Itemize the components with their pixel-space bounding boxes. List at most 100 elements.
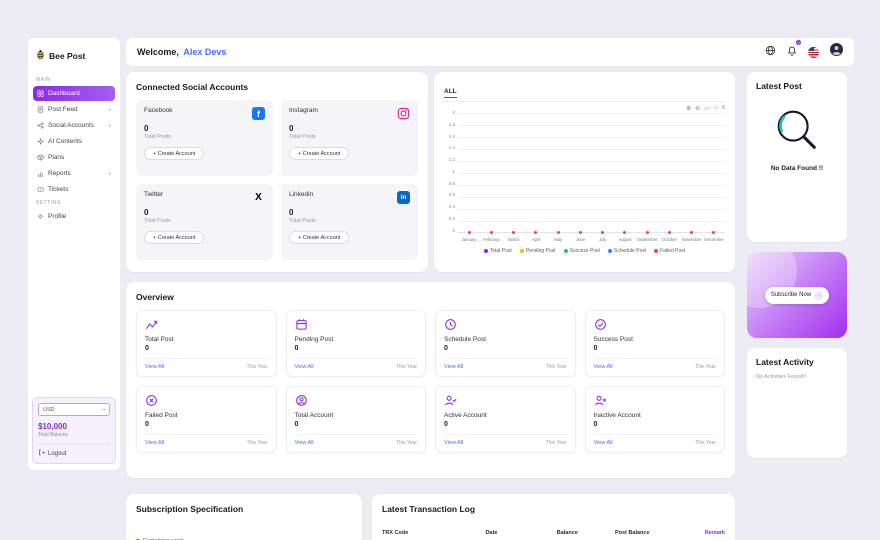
data-point-markers [458, 231, 725, 234]
legend-item[interactable]: Total Post [484, 248, 512, 254]
legend-item[interactable]: Success Post [564, 248, 600, 254]
no-activities-text: No Activities Found!! [756, 374, 838, 380]
subscribe-label: Subscribe Now [771, 292, 811, 298]
twitter-x-icon: X [252, 191, 265, 204]
x-tick: July [592, 237, 614, 242]
chart-toolbar: ⊕ ⊖ ▭ ⌂ ≡ [444, 105, 725, 112]
legend-dot [520, 249, 524, 253]
sidebar-item-reports[interactable]: Reports ▾ [33, 166, 115, 181]
total-balance-label: Total Balance [38, 432, 110, 438]
legend-item[interactable]: Failed Post [654, 248, 685, 254]
overview-card: Overview Total Post 0 View All This Year… [126, 282, 735, 478]
y-tick: 1 [444, 170, 455, 175]
sidebar-item-social-accounts[interactable]: Social Accounts ▾ [33, 118, 115, 133]
platform-name: Instagram [289, 107, 318, 114]
app-name: Bee Post [49, 51, 85, 61]
view-all-link[interactable]: View All [295, 364, 314, 370]
sidebar-section-setting: SETTING [36, 200, 112, 206]
view-all-link[interactable]: View All [145, 364, 164, 370]
create-account-button[interactable]: + Create Account [144, 231, 204, 244]
period-label: This Year [546, 440, 567, 446]
logout-label: Logout [48, 451, 66, 457]
logout-button[interactable]: Logout [38, 444, 110, 458]
x-tick: February [480, 237, 502, 242]
overview-tile-total-post: Total Post 0 View All This Year [136, 310, 277, 377]
overview-grid: Total Post 0 View All This Year Pending … [136, 310, 725, 453]
view-all-link[interactable]: View All [444, 440, 463, 446]
sidebar-item-post-feed[interactable]: Post Feed ▾ [33, 102, 115, 117]
sidebar-item-plans[interactable]: Plans [33, 150, 115, 165]
topbar: Welcome, Alex Devs 0 [126, 38, 854, 66]
sidebar-item-dashboard[interactable]: Dashboard [33, 86, 115, 101]
view-all-link[interactable]: View All [594, 440, 613, 446]
chevron-down-icon: ▾ [109, 171, 111, 176]
legend-item[interactable]: Pending Post [520, 248, 556, 254]
view-all-link[interactable]: View All [594, 364, 613, 370]
period-label: This Year [247, 440, 268, 446]
period-label: This Year [695, 364, 716, 370]
latest-post-title: Latest Post [756, 81, 838, 91]
overview-tile-active-account: Active Account 0 View All This Year [435, 386, 576, 453]
avatar[interactable] [830, 43, 843, 61]
menu-icon[interactable]: ≡ [721, 105, 725, 112]
legend-dot [564, 249, 568, 253]
y-tick: 1.6 [444, 135, 455, 140]
user-x-icon [594, 394, 607, 407]
subscribe-banner: Subscribe Now → [747, 252, 847, 338]
period-label: This Year [695, 440, 716, 446]
home-icon[interactable]: ⌂ [714, 105, 718, 112]
globe-icon[interactable] [765, 43, 776, 61]
sidebar-nav: Dashboard Post Feed ▾ Social Accounts ▾ … [33, 86, 115, 197]
transaction-log-title: Latest Transaction Log [382, 504, 725, 514]
view-all-link[interactable]: View All [444, 364, 463, 370]
selection-icon[interactable]: ▭ [704, 105, 710, 112]
y-tick: 1.4 [444, 146, 455, 151]
sidebar-item-ai-contents[interactable]: AI Contents [33, 134, 115, 149]
subscription-specification-card: Subscription Specification Remaining wor… [126, 494, 362, 540]
platform-name: Linkedin [289, 191, 313, 198]
instagram-icon [397, 107, 410, 120]
chevron-down-icon: ▾ [109, 107, 111, 112]
notifications-button[interactable]: 0 [787, 43, 797, 61]
platform-name: Facebook [144, 107, 173, 114]
create-account-button[interactable]: + Create Account [144, 147, 204, 160]
social-card-title: Connected Social Accounts [136, 82, 418, 92]
post-count-label: Total Posts [144, 134, 171, 140]
post-count: 0 [144, 124, 148, 133]
sidebar-item-label: Tickets [48, 186, 68, 193]
sidebar-item-profile[interactable]: Profile [33, 209, 115, 224]
tickets-icon [37, 186, 44, 193]
chart-legend: Total Post Pending Post Success Post Sch… [444, 248, 725, 254]
currency-select[interactable]: USD ▾ [38, 403, 110, 416]
create-account-button[interactable]: + Create Account [289, 147, 349, 160]
zoom-out-icon[interactable]: ⊖ [695, 105, 700, 112]
plans-icon [37, 154, 44, 161]
sidebar-item-label: Social Accounts [48, 122, 94, 129]
view-all-link[interactable]: View All [145, 440, 164, 446]
legend-item[interactable]: Schedule Post [608, 248, 646, 254]
y-tick: 0 [444, 229, 455, 234]
chart-tab-all[interactable]: ALL [444, 88, 457, 98]
username-text: Alex Devs [183, 47, 226, 57]
calendar-icon [295, 318, 308, 331]
create-account-button[interactable]: + Create Account [289, 231, 349, 244]
sidebar: Bee Post MAIN Dashboard Post Feed ▾ Soci… [28, 38, 120, 470]
language-flag-icon[interactable] [808, 47, 819, 58]
chart-header: ALL [444, 80, 725, 102]
sidebar-item-tickets[interactable]: Tickets [33, 182, 115, 197]
y-tick: 1.2 [444, 158, 455, 163]
plot-area[interactable] [458, 113, 725, 233]
zoom-in-icon[interactable]: ⊕ [686, 105, 691, 112]
latest-transaction-log-card: Latest Transaction Log TRX Code Date Bal… [372, 494, 735, 540]
bell-icon [787, 43, 797, 61]
instagram-card: Instagram 0 Total Posts + Create Account [281, 100, 418, 176]
sidebar-item-label: Dashboard [48, 90, 80, 97]
overview-tile-total-account: Total Account 0 View All This Year [286, 386, 427, 453]
profile-icon [37, 213, 44, 220]
subscribe-now-button[interactable]: Subscribe Now → [765, 287, 829, 304]
app-logo[interactable]: Bee Post [33, 44, 115, 74]
view-all-link[interactable]: View All [295, 440, 314, 446]
subscription-spec-title: Subscription Specification [136, 504, 352, 514]
x-axis: January February March April May June Ju… [458, 237, 725, 242]
twitter-card: Twitter X 0 Total Posts + Create Account [136, 184, 273, 260]
